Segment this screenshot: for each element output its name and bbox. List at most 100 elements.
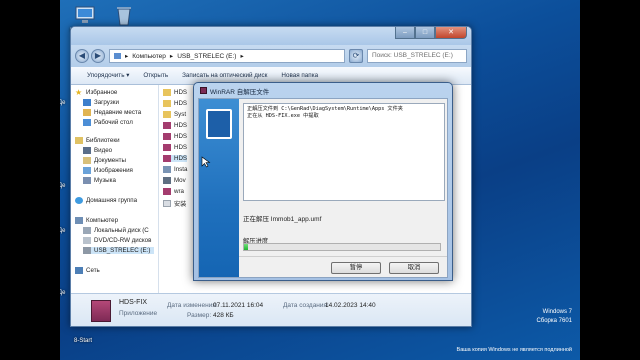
extraction-log[interactable]: 正解压文件到 C:\GenRad\DiagSystem\Runtime\Apps… [243,103,445,201]
progress-bar [243,243,441,251]
winrar-archive-icon [163,155,171,162]
file-item[interactable]: Insta [163,166,187,173]
details-modified-label: Дата изменения: [167,302,218,309]
refresh-button[interactable]: ⟳ [349,49,363,63]
recent-places-icon [83,109,91,116]
windows-activation-notice: Ваша копия Windows не является подлинной [456,347,572,353]
sidebar-item-label: Документы [94,157,126,164]
sidebar-item-recent[interactable]: Недавние места [83,109,141,116]
winrar-body: 正解压文件到 C:\GenRad\DiagSystem\Runtime\Apps… [198,98,448,278]
search-input[interactable]: Поиск: USB_STRELEC (E:) [367,49,467,63]
sidebar-item-label: DVD/CD-RW дисков [94,237,152,244]
winrar-icon [200,87,207,94]
file-item[interactable]: Mov [163,177,186,184]
open-button[interactable]: Открыть [143,72,168,79]
organize-button[interactable]: Упорядочить ▾ [87,72,129,79]
forward-button[interactable]: ▶ [91,49,105,63]
sidebar-item-label: Недавние места [94,109,142,116]
sidebar-item-label: Рабочий стол [94,119,133,126]
sidebar-item-label: Сеть [86,267,100,274]
pictures-icon [83,167,91,174]
desktop-edge-label: Де [60,228,66,234]
log-line: 正解压文件到 C:\GenRad\DiagSystem\Runtime\Apps… [247,106,403,112]
desktop-edge-label: Де [60,100,66,106]
file-item[interactable]: 安装 [163,199,186,208]
address-row: ◀ ▶ ▸ Компьютер ▸ USB_STRELEC (E:) ▸ ⟳ П… [71,45,471,67]
file-item[interactable]: wra [163,188,184,195]
sidebar-item-drive-c[interactable]: Локальный диск (C [83,227,149,234]
sidebar-item-downloads[interactable]: Загрузки [83,99,119,106]
sidebar-header-label: Библиотеки [86,137,120,144]
winrar-titlebar: WinRAR 自解压文件 [194,83,452,98]
sidebar-homegroup[interactable]: Домашняя группа [75,197,137,204]
file-item[interactable]: HDS [163,89,187,96]
sidebar-header-label: Избранное [86,89,118,96]
file-item[interactable]: HDS [163,100,187,107]
new-folder-button[interactable]: Новая папка [281,72,318,79]
taskbar-start-label[interactable]: 8-Start [74,338,92,344]
details-created-value: 14.02.2023 14:40 [325,302,376,309]
windows-build-label: Сборка 7601 [536,318,572,324]
winrar-title: WinRAR 自解压文件 [210,88,270,96]
winrar-dialog: WinRAR 自解压文件 正解压文件到 C:\GenRad\DiagSystem… [193,82,453,281]
file-name: Syst [174,111,187,118]
details-size-label: Размер: [187,312,212,319]
file-name: HDS [174,122,188,129]
folder-icon [114,53,121,59]
dvd-drive-icon [83,237,91,244]
recycle-bin-icon[interactable] [114,5,136,27]
sidebar-computer[interactable]: Компьютер [75,217,118,224]
explorer-titlebar: – □ ✕ [71,27,471,45]
usb-drive-icon [83,247,91,254]
sidebar-libraries[interactable]: Библиотеки [75,137,120,144]
desktop-edge-label: Де [60,290,66,296]
burn-button[interactable]: Записать на оптический диск [182,72,267,79]
sidebar-item-label: Домашняя группа [86,197,138,204]
back-button[interactable]: ◀ [75,49,89,63]
divider [239,256,447,257]
file-item[interactable]: Syst [163,111,186,118]
network-icon [75,267,83,274]
library-icon [75,137,83,144]
sidebar-favorites[interactable]: ★ Избранное [75,88,118,97]
sidebar-item-pictures[interactable]: Изображения [83,167,133,174]
file-item[interactable]: HDS [163,133,187,140]
installer-icon [163,166,171,173]
sidebar-item-desktop[interactable]: Рабочий стол [83,119,133,126]
maximize-button[interactable]: □ [415,27,435,39]
sidebar-item-dvd[interactable]: DVD/CD-RW дисков [83,237,151,244]
sidebar-item-label: USB_STRELEC (E:) [94,247,151,254]
sidebar-item-music[interactable]: Музыка [83,177,116,184]
hard-drive-icon [83,227,91,234]
file-item[interactable]: HDS [163,144,187,151]
extraction-status: 正在解压 Immob1_app.umf [243,216,322,223]
navigation-pane: ★ Избранное Загрузки Недавние места Рабо… [71,85,159,293]
file-name: HDS [174,89,188,96]
details-file-name: HDS-FIX [119,299,147,306]
breadcrumb-item[interactable]: USB_STRELEC (E:) [177,53,236,60]
sidebar-item-video[interactable]: Видео [83,147,112,154]
cancel-button[interactable]: 取消 [389,262,439,274]
computer-icon[interactable] [74,5,96,27]
sidebar-item-label: Изображения [94,167,133,174]
details-created-label: Дата создания: [283,302,329,309]
breadcrumb-item[interactable]: Компьютер [132,53,166,60]
close-button[interactable]: ✕ [435,27,467,39]
pause-button[interactable]: 暂停 [331,262,381,274]
star-icon: ★ [75,88,83,97]
winrar-archive-icon [163,133,171,140]
sidebar-item-documents[interactable]: Документы [83,157,126,164]
minimize-button[interactable]: – [395,27,415,39]
sidebar-item-usb[interactable]: USB_STRELEC (E:) [83,247,155,254]
sidebar-network[interactable]: Сеть [75,267,100,274]
file-name: 安装 [174,201,187,208]
file-item-selected[interactable]: HDS [163,155,188,162]
computer-icon [75,217,83,224]
address-bar[interactable]: ▸ Компьютер ▸ USB_STRELEC (E:) ▸ [109,49,345,63]
desktop-icon [83,119,91,126]
document-icon [163,200,171,207]
file-name: Insta [174,166,188,173]
documents-icon [83,157,91,164]
file-item[interactable]: HDS [163,122,187,129]
folder-icon [163,89,171,96]
